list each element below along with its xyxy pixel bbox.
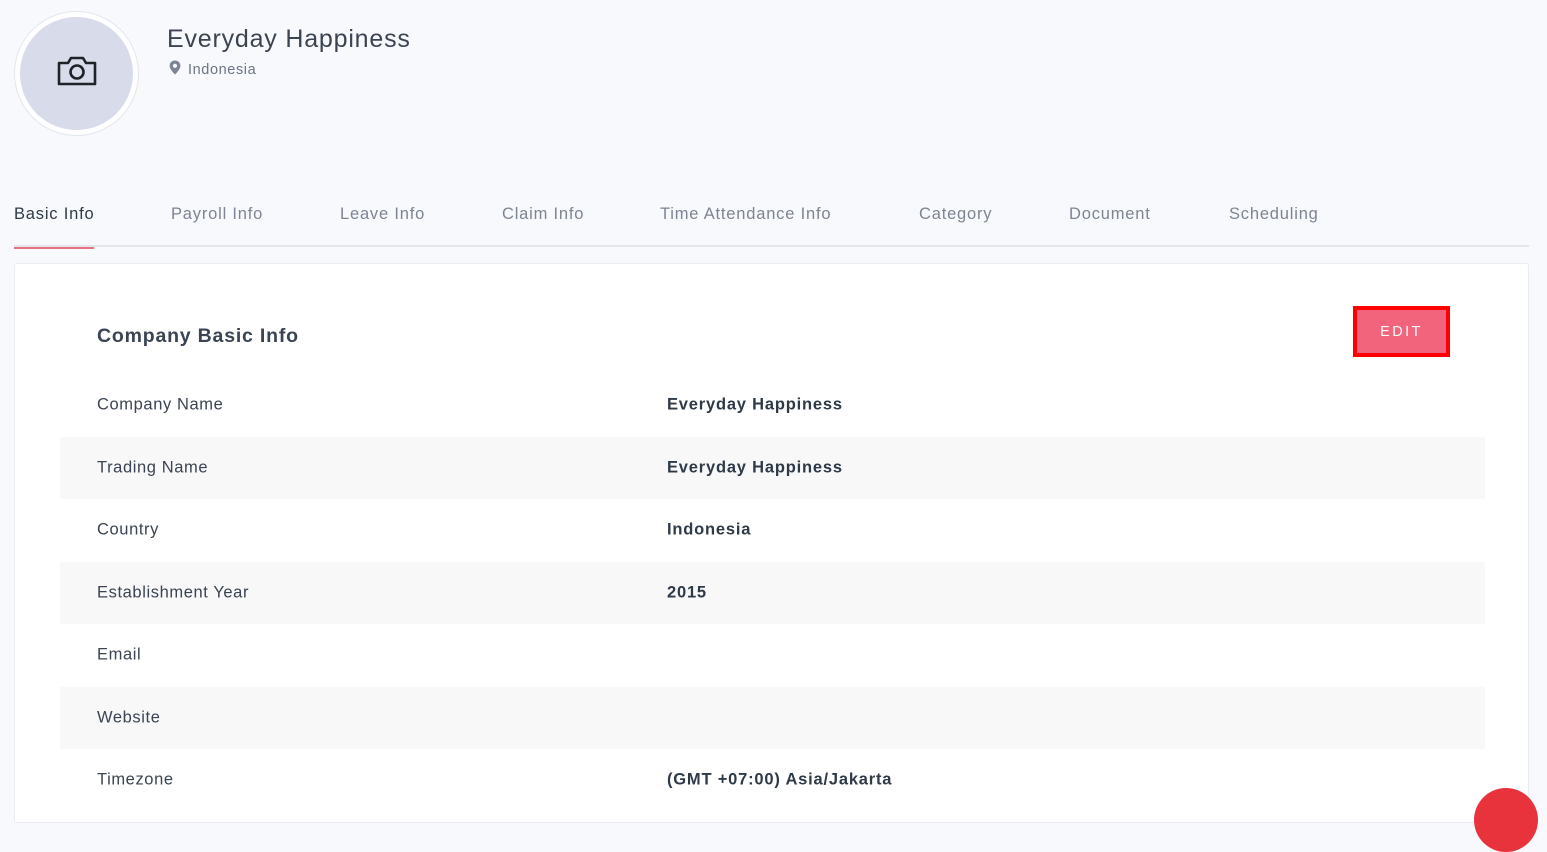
field-label: Website	[97, 708, 161, 727]
field-value: 2015	[667, 583, 707, 602]
profile-header: Everyday Happiness Indonesia	[0, 0, 1547, 170]
field-row-establishment-year: Establishment Year 2015	[60, 561, 1485, 624]
section-title: Company Basic Info	[97, 325, 299, 347]
tab-claim-info[interactable]: Claim Info	[502, 196, 584, 247]
company-name-title: Everyday Happiness	[167, 25, 411, 53]
avatar-placeholder[interactable]	[20, 17, 133, 130]
field-label: Establishment Year	[97, 583, 250, 602]
tab-document[interactable]: Document	[1069, 196, 1151, 247]
field-value: (GMT +07:00) Asia/Jakarta	[667, 770, 893, 789]
tab-payroll-info[interactable]: Payroll Info	[171, 196, 263, 247]
tab-scheduling[interactable]: Scheduling	[1229, 196, 1319, 247]
field-row-company-name: Company Name Everyday Happiness	[60, 374, 1485, 437]
company-location: Indonesia	[169, 60, 256, 80]
company-basic-info-card: Company Basic Info EDIT Company Name Eve…	[14, 263, 1529, 823]
info-tabs: Basic Info Payroll Info Leave Info Claim…	[14, 196, 1529, 249]
tab-time-attendance-info[interactable]: Time Attendance Info	[660, 196, 831, 247]
info-rows: Company Name Everyday Happiness Trading …	[60, 374, 1485, 812]
field-row-trading-name: Trading Name Everyday Happiness	[60, 436, 1485, 499]
edit-button[interactable]: EDIT	[1357, 310, 1446, 353]
field-row-timezone: Timezone (GMT +07:00) Asia/Jakarta	[60, 749, 1485, 812]
tab-basic-info[interactable]: Basic Info	[14, 196, 95, 249]
map-pin-icon	[169, 60, 181, 80]
field-value: Everyday Happiness	[667, 395, 843, 414]
floating-action-button[interactable]	[1474, 788, 1538, 852]
tab-category[interactable]: Category	[919, 196, 992, 247]
field-label: Timezone	[97, 770, 174, 789]
field-label: Country	[97, 520, 159, 539]
field-value: Indonesia	[667, 520, 752, 539]
field-row-country: Country Indonesia	[60, 499, 1485, 562]
avatar[interactable]	[14, 11, 139, 136]
field-row-website: Website	[60, 686, 1485, 749]
field-value: Everyday Happiness	[667, 458, 843, 477]
field-label: Company Name	[97, 395, 224, 414]
field-row-email: Email	[60, 624, 1485, 687]
tab-leave-info[interactable]: Leave Info	[340, 196, 425, 247]
camera-icon[interactable]	[56, 54, 98, 93]
field-label: Trading Name	[97, 458, 209, 477]
field-label: Email	[97, 645, 142, 664]
location-text: Indonesia	[188, 62, 257, 78]
